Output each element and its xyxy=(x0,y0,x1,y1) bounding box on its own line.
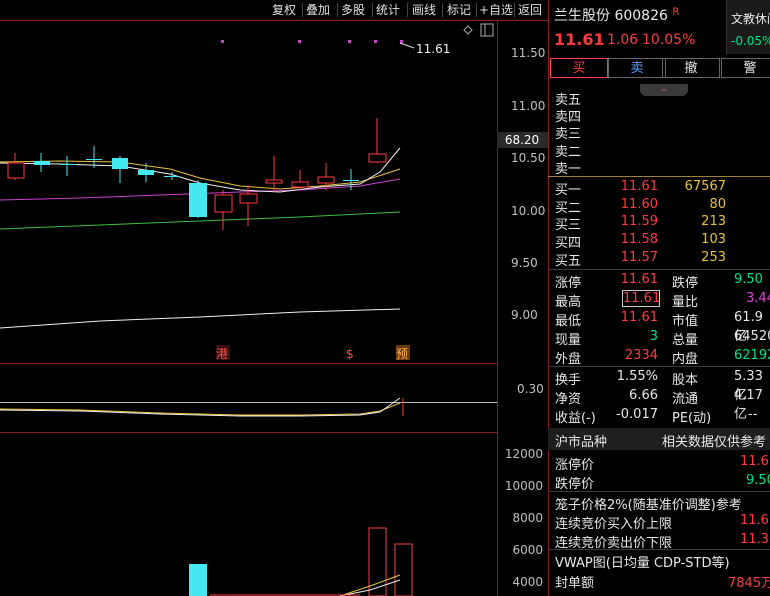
candlesticks xyxy=(7,118,387,230)
toolbar-add-watchlist-button[interactable]: +自选 xyxy=(479,2,513,18)
volume-bars xyxy=(189,527,413,596)
stock-title: 兰生股份 600826 R xyxy=(554,5,679,25)
candle xyxy=(7,153,25,180)
seal-amount-value: 7845万 xyxy=(728,576,770,591)
toolbar-fuquan-button[interactable]: 复权 xyxy=(272,2,296,18)
vwap-label[interactable]: VWAP图(日均量 CDP-STD等) xyxy=(555,552,730,571)
upper-limit-label: 连续竞价买入价上限 xyxy=(555,517,673,532)
price-axis-tick: 9.00 xyxy=(511,308,538,322)
price-axis-tick: 10.50 xyxy=(511,151,545,165)
volume-axis-tick: 12000 xyxy=(505,447,543,461)
limit-down-price-label: 跌停价 xyxy=(555,477,595,492)
price-cage-label: 笼子价格2%(随基准价调整)参考 xyxy=(555,498,742,513)
candle xyxy=(368,118,387,163)
upper-limit-value: 11.61 xyxy=(740,513,770,528)
high-marker-label: 11.61 xyxy=(416,42,450,56)
limit-up-price-label: 涨停价 xyxy=(555,458,595,473)
toolbar-stats-button[interactable]: 统计 xyxy=(376,2,400,18)
price-axis-tick: 9.50 xyxy=(511,256,538,270)
chart-toolbar: 复权 叠加 多股 统计 画线 标记 +自选 返回 xyxy=(0,0,548,20)
volume-bar xyxy=(394,543,413,596)
volume-axis-tick: 8000 xyxy=(512,511,543,525)
ask-3-label: 卖三 xyxy=(555,127,582,142)
price-axis-tick: 11.50 xyxy=(511,46,545,60)
candle xyxy=(138,163,154,182)
stock-tag: R xyxy=(672,6,680,18)
price-axis: 11.50 11.00 10.50 10.00 9.50 9.00 xyxy=(511,46,545,322)
diamond-icon[interactable] xyxy=(463,25,473,35)
volume-bar xyxy=(189,564,207,596)
price-axis-tick: 10.00 xyxy=(511,204,545,218)
candle xyxy=(214,190,233,230)
price-axis-tick: 11.00 xyxy=(511,99,545,113)
stock-code: 600826 xyxy=(614,8,668,24)
candle xyxy=(34,153,50,172)
toolbar-draw-line-button[interactable]: 画线 xyxy=(412,2,436,18)
high-price-marker: 11.61 xyxy=(399,42,450,56)
kline-chart[interactable]: 11.50 11.00 10.50 10.00 9.50 9.00 68.20 11.61 xyxy=(0,20,548,596)
quote-panel: 兰生股份 600826 R 11.61 1.06 10.05% 文教休闲 -0.… xyxy=(548,0,770,596)
toolbar-back-button[interactable]: 返回 xyxy=(518,2,542,18)
info-header[interactable]: 沪市品种 相关数据仅供参考 xyxy=(548,428,770,450)
candle xyxy=(112,156,128,183)
toolbar-multi-stock-button[interactable]: 多股 xyxy=(341,2,365,18)
sector-box[interactable]: 文教休闲 -0.05% xyxy=(726,0,770,54)
event-marker-forecast: 预 xyxy=(396,347,408,361)
collapse-chevron-icon[interactable]: ⌄ xyxy=(640,84,688,96)
cancel-button[interactable]: 撤 xyxy=(662,58,720,78)
event-markers[interactable]: 港 $ 预 xyxy=(216,345,410,361)
signal-dots xyxy=(221,40,403,43)
sub-indicator xyxy=(0,397,404,417)
limit-down-price: 9.50 xyxy=(746,473,770,488)
volume-axis-tick: 10000 xyxy=(505,479,543,493)
limit-up-price: 11.61 xyxy=(740,454,770,469)
panel-toggle-icon[interactable] xyxy=(480,23,494,37)
sell-button[interactable]: 卖 xyxy=(608,58,666,78)
candle xyxy=(60,156,76,176)
toolbar-mark-button[interactable]: 标记 xyxy=(447,2,471,18)
stock-name: 兰生股份 xyxy=(554,8,610,24)
cursor-price-label: 68.20 xyxy=(505,133,539,147)
volume-axis-tick: 6000 xyxy=(512,543,543,557)
lower-limit-value: 11.38 xyxy=(740,532,770,547)
ma-white-line xyxy=(0,308,401,329)
volume-axis: 12000 10000 8000 6000 4000 xyxy=(505,447,543,589)
seal-amount-label: 封单额 xyxy=(555,576,595,591)
toolbar-overlay-button[interactable]: 叠加 xyxy=(306,2,330,18)
price-change-pct: 10.05% xyxy=(642,32,696,48)
last-price: 11.61 xyxy=(554,30,605,49)
volume-axis-tick: 4000 xyxy=(512,575,543,589)
candle xyxy=(291,170,309,190)
sub-axis-label: 0.30 xyxy=(517,382,544,396)
candle xyxy=(189,180,207,218)
buy-button[interactable]: 买 xyxy=(550,58,608,78)
event-marker-dollar: $ xyxy=(346,347,354,361)
price-change: 1.06 xyxy=(607,32,639,48)
sector-pct: -0.05% xyxy=(731,34,770,48)
alert-button[interactable]: 警 xyxy=(721,58,770,78)
candle xyxy=(265,156,283,192)
sector-name: 文教休闲 xyxy=(731,12,770,26)
ask-1-label: 卖一 xyxy=(555,162,582,177)
event-marker-hk: 港 xyxy=(216,347,228,361)
